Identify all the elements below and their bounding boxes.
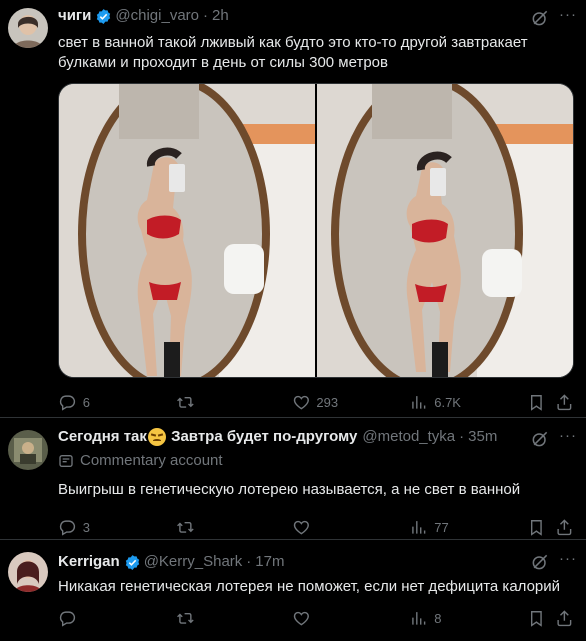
bookmark-button[interactable] xyxy=(527,518,555,537)
tweet-chigi[interactable]: чиги @chigi_varo · 2h ··· свет в ванной … xyxy=(0,0,586,418)
reply-icon xyxy=(58,518,77,537)
grok-icon[interactable] xyxy=(530,8,550,28)
commentary-label-icon xyxy=(59,455,73,467)
display-name[interactable]: Kerrigan xyxy=(58,552,120,572)
tweet-metod-tyka[interactable]: Сегодня так Завтра будет по-другому @met… xyxy=(0,418,586,540)
retweet-icon xyxy=(176,393,195,412)
views-button[interactable]: 6.7K xyxy=(409,393,527,412)
photo-1[interactable] xyxy=(59,84,315,377)
avatar[interactable] xyxy=(8,552,48,592)
timestamp[interactable]: 17m xyxy=(255,552,284,572)
tweet-kerrigan[interactable]: Kerrigan @Kerry_Shark · 17m ··· Никакая … xyxy=(0,540,586,641)
account-label[interactable]: Commentary account xyxy=(58,451,574,471)
tweet-media[interactable] xyxy=(58,83,574,378)
separator-dot: · xyxy=(246,553,252,570)
display-name[interactable]: чиги xyxy=(58,6,91,26)
reply-count: 6 xyxy=(82,394,90,410)
share-button[interactable] xyxy=(555,518,574,537)
like-button[interactable] xyxy=(292,518,410,537)
views-icon xyxy=(409,518,428,537)
bookmark-icon xyxy=(527,609,546,628)
tweet-text: Никакая генетическая лотерея не поможет,… xyxy=(58,578,561,595)
tweet-text: Выигрыш в генетическую лотерею называетс… xyxy=(58,481,521,498)
reply-icon xyxy=(58,393,77,412)
share-button[interactable] xyxy=(555,393,574,412)
heart-icon xyxy=(292,609,311,628)
view-count: 8 xyxy=(434,610,442,626)
bookmark-icon xyxy=(527,393,546,412)
photo-2[interactable] xyxy=(317,84,573,377)
reply-button[interactable]: 3 xyxy=(58,518,176,537)
like-count: 293 xyxy=(316,394,339,410)
timestamp[interactable]: 35m xyxy=(468,427,497,447)
share-icon xyxy=(555,609,574,628)
share-button[interactable] xyxy=(555,609,574,628)
bookmark-button[interactable] xyxy=(527,393,555,412)
views-button[interactable]: 8 xyxy=(409,609,527,628)
retweet-icon xyxy=(176,609,195,628)
retweet-button[interactable] xyxy=(176,393,292,412)
tweet-text: свет в ванной такой лживый как будто это… xyxy=(58,34,528,71)
bookmark-button[interactable] xyxy=(527,609,555,628)
confounded-face-emoji-icon xyxy=(147,428,166,447)
heart-icon xyxy=(292,393,311,412)
verified-badge-icon xyxy=(97,8,111,24)
views-icon xyxy=(409,393,428,412)
avatar[interactable] xyxy=(8,8,48,48)
more-icon[interactable]: ··· xyxy=(558,7,578,28)
grok-icon[interactable] xyxy=(530,552,550,572)
display-name-part-1: Сегодня так xyxy=(58,428,147,445)
more-icon[interactable]: ··· xyxy=(558,428,578,449)
views-button[interactable]: 77 xyxy=(409,518,527,537)
display-name-part-2: Завтра будет по-другому xyxy=(171,428,358,445)
tweet-header: Kerrigan @Kerry_Shark · 17m xyxy=(58,552,574,572)
timestamp[interactable]: 2h xyxy=(212,6,229,26)
display-name[interactable]: Сегодня так Завтра будет по-другому xyxy=(58,427,357,447)
reply-button[interactable] xyxy=(58,609,176,628)
user-handle[interactable]: @chigi_varo xyxy=(115,6,199,26)
like-button[interactable]: 293 xyxy=(292,393,410,412)
retweet-button[interactable] xyxy=(176,609,292,628)
share-icon xyxy=(555,518,574,537)
reply-count: 3 xyxy=(82,519,90,535)
user-handle[interactable]: @Kerry_Shark xyxy=(144,552,243,572)
share-icon xyxy=(555,393,574,412)
account-label-text: Commentary account xyxy=(80,452,223,469)
reply-button[interactable]: 6 xyxy=(58,393,176,412)
tweet-actions: 3 77 xyxy=(58,517,574,537)
retweet-button[interactable] xyxy=(176,518,292,537)
separator-dot: · xyxy=(459,428,465,445)
heart-icon xyxy=(292,518,311,537)
views-icon xyxy=(409,609,428,628)
avatar[interactable] xyxy=(8,430,48,470)
retweet-icon xyxy=(176,518,195,537)
tweet-actions: 8 xyxy=(58,608,574,628)
bookmark-icon xyxy=(527,518,546,537)
tweet-actions: 6 293 6.7K xyxy=(58,392,574,412)
like-button[interactable] xyxy=(292,609,410,628)
verified-badge-icon xyxy=(125,554,139,570)
tweet-header: Сегодня так Завтра будет по-другому @met… xyxy=(58,427,574,447)
grok-icon[interactable] xyxy=(530,429,550,449)
separator-dot: · xyxy=(203,7,209,24)
reply-icon xyxy=(58,609,77,628)
tweet-header: чиги @chigi_varo · 2h xyxy=(58,6,574,26)
view-count: 77 xyxy=(434,519,449,535)
user-handle[interactable]: @metod_tyka xyxy=(362,427,455,447)
view-count: 6.7K xyxy=(434,394,461,410)
more-icon[interactable]: ··· xyxy=(558,551,578,572)
